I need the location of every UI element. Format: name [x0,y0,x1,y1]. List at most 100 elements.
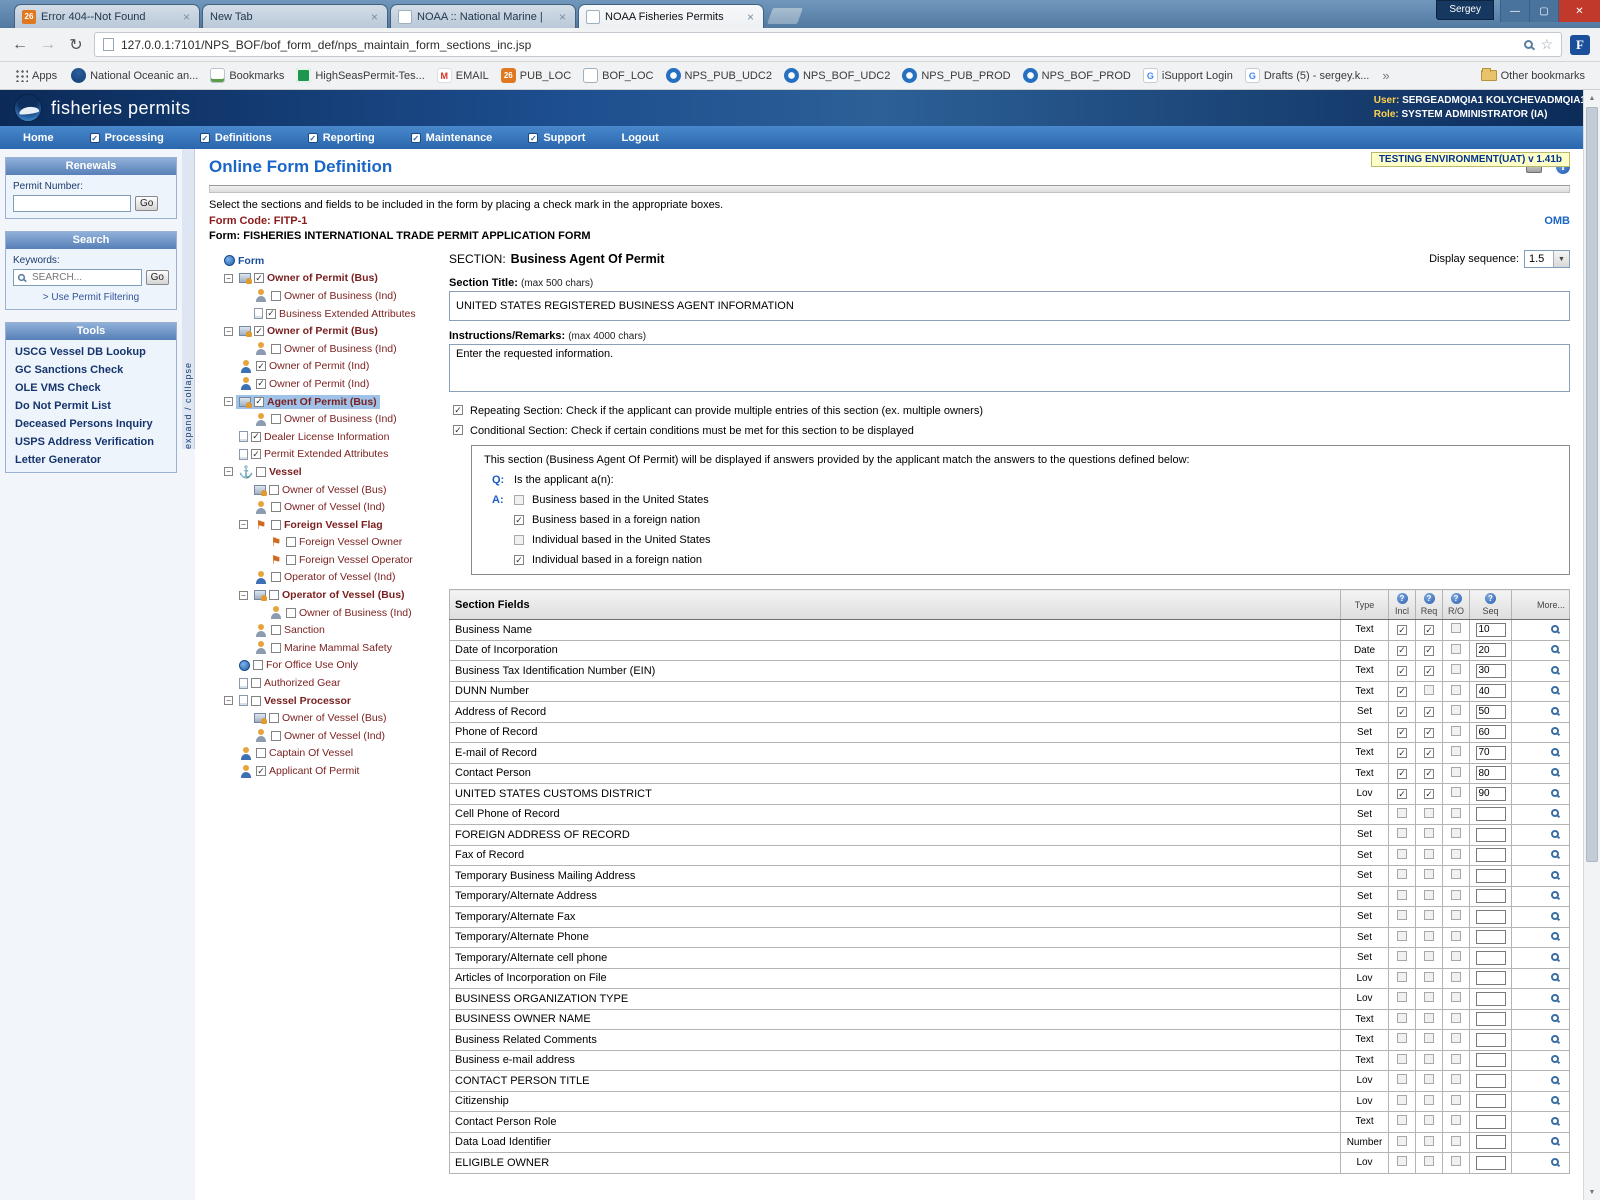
incl-checkbox[interactable] [1397,951,1407,961]
incl-checkbox[interactable] [1397,1033,1407,1043]
tree-item-body[interactable]: Owner of Business (Ind) [251,288,400,303]
incl-checkbox[interactable] [1397,1115,1407,1125]
extension-f-icon[interactable]: F [1570,35,1590,55]
tool-link-letter-generator[interactable]: Letter Generator [11,451,171,469]
ro-checkbox[interactable] [1451,1136,1461,1146]
field-detail-icon[interactable] [1551,1055,1559,1063]
ro-checkbox[interactable] [1451,910,1461,920]
help-icon[interactable]: ? [1424,593,1435,604]
tool-link-gc-sanctions-check[interactable]: GC Sanctions Check [11,361,171,379]
tree-item-body[interactable]: Owner of Vessel (Bus) [251,483,389,497]
ro-checkbox[interactable] [1451,767,1461,777]
tree-checkbox[interactable] [271,625,281,635]
tool-link-deceased-persons-inquiry[interactable]: Deceased Persons Inquiry [11,415,171,433]
seq-input[interactable] [1476,869,1506,883]
field-detail-icon[interactable] [1551,809,1559,817]
tree-item[interactable]: ✓Applicant Of Permit [209,762,441,780]
tree-item[interactable]: Operator of Vessel (Ind) [209,569,441,587]
tab-close-icon[interactable]: × [181,10,192,24]
ro-checkbox[interactable] [1451,726,1461,736]
seq-input[interactable] [1476,725,1506,739]
tree-item[interactable]: ✓Business Extended Attributes [209,305,441,323]
reload-icon[interactable]: ↻ [66,35,86,55]
tree-item[interactable]: Marine Mammal Safety [209,639,441,657]
expand-collapse-strip[interactable]: expand / collapse [182,149,195,449]
ro-checkbox[interactable] [1451,685,1461,695]
ro-checkbox[interactable] [1451,623,1461,633]
ro-checkbox[interactable] [1451,1115,1461,1125]
tree-item-body[interactable]: ✓Owner of Permit (Bus) [236,271,381,285]
tree-item-body[interactable]: Sanction [251,623,328,638]
tree-item-body[interactable]: Captain Of Vessel [236,746,356,761]
tree-item-body[interactable]: ✓Applicant Of Permit [236,764,362,779]
forward-icon[interactable]: → [38,36,58,54]
bookmark-item[interactable]: GiSupport Login [1138,66,1238,85]
tree-item[interactable]: ⚑Foreign Vessel Operator [209,551,441,569]
help-icon[interactable]: ? [1397,593,1408,604]
tree-checkbox[interactable]: ✓ [251,432,261,442]
incl-checkbox[interactable]: ✓ [1397,769,1407,779]
ro-checkbox[interactable] [1451,869,1461,879]
collapse-icon[interactable]: − [239,591,248,600]
seq-input[interactable] [1476,787,1506,801]
tab-close-icon[interactable]: × [557,10,568,24]
tree-item[interactable]: Captain Of Vessel [209,745,441,763]
tree-item[interactable]: −⚓Vessel [209,463,441,481]
omb-link[interactable]: OMB [1544,215,1570,227]
req-checkbox[interactable]: ✓ [1424,748,1434,758]
ro-checkbox[interactable] [1451,828,1461,838]
field-detail-icon[interactable] [1551,1137,1559,1145]
apps-button[interactable]: Apps [10,67,62,84]
tree-item[interactable]: −⚑Foreign Vessel Flag [209,516,441,534]
tree-item[interactable]: Authorized Gear [209,674,441,692]
tree-item-body[interactable]: Owner of Business (Ind) [266,605,415,620]
incl-checkbox[interactable] [1397,1156,1407,1166]
incl-checkbox[interactable] [1397,1095,1407,1105]
req-checkbox[interactable] [1424,1156,1434,1166]
tree-item-body[interactable]: ⚑Foreign Vessel Owner [266,535,405,550]
answer-checkbox[interactable] [514,535,524,545]
req-checkbox[interactable] [1424,931,1434,941]
tree-checkbox[interactable] [256,467,266,477]
tree-item-body[interactable]: ✓Permit Extended Attributes [236,447,391,461]
req-checkbox[interactable]: ✓ [1424,789,1434,799]
seq-input[interactable] [1476,664,1506,678]
incl-checkbox[interactable] [1397,890,1407,900]
tree-item[interactable]: Owner of Business (Ind) [209,604,441,622]
req-checkbox[interactable] [1424,1054,1434,1064]
answer-checkbox[interactable] [514,495,524,505]
field-detail-icon[interactable] [1551,1158,1559,1166]
tree-item[interactable]: Owner of Business (Ind) [209,410,441,428]
incl-checkbox[interactable] [1397,1013,1407,1023]
bookmark-item[interactable]: BOF_LOC [578,66,658,85]
ro-checkbox[interactable] [1451,787,1461,797]
bookmark-item[interactable]: MEMAIL [432,66,494,85]
tree-checkbox[interactable] [271,344,281,354]
field-detail-icon[interactable] [1551,645,1559,653]
tree-checkbox[interactable] [269,485,279,495]
ro-checkbox[interactable] [1451,1156,1461,1166]
renewals-go-button[interactable]: Go [135,196,158,211]
back-icon[interactable]: ← [10,36,30,54]
bookmark-item[interactable]: Bookmarks [205,66,289,85]
nav-item-maintenance[interactable]: ✓Maintenance [394,126,510,149]
seq-input[interactable] [1476,1012,1506,1026]
incl-checkbox[interactable] [1397,828,1407,838]
ro-checkbox[interactable] [1451,664,1461,674]
ro-checkbox[interactable] [1451,1054,1461,1064]
seq-input[interactable] [1476,766,1506,780]
browser-tab[interactable]: NOAA :: National Marine |× [390,4,576,28]
seq-input[interactable] [1476,746,1506,760]
tree-item-body[interactable]: ✓Dealer License Information [236,430,392,444]
tree-item[interactable]: ✓Dealer License Information [209,428,441,446]
browser-tab[interactable]: 26Error 404--Not Found× [14,4,200,28]
browser-tab[interactable]: New Tab× [202,4,388,28]
tree-checkbox[interactable] [256,748,266,758]
permit-filtering-link[interactable]: > Use Permit Filtering [13,292,169,303]
req-checkbox[interactable] [1424,1033,1434,1043]
tree-item[interactable]: For Office Use Only [209,657,441,675]
collapse-icon[interactable]: − [224,397,233,406]
tree-checkbox[interactable]: ✓ [256,379,266,389]
answer-checkbox[interactable]: ✓ [514,555,524,565]
tree-item-body[interactable]: ✓Owner of Permit (Ind) [236,376,372,391]
